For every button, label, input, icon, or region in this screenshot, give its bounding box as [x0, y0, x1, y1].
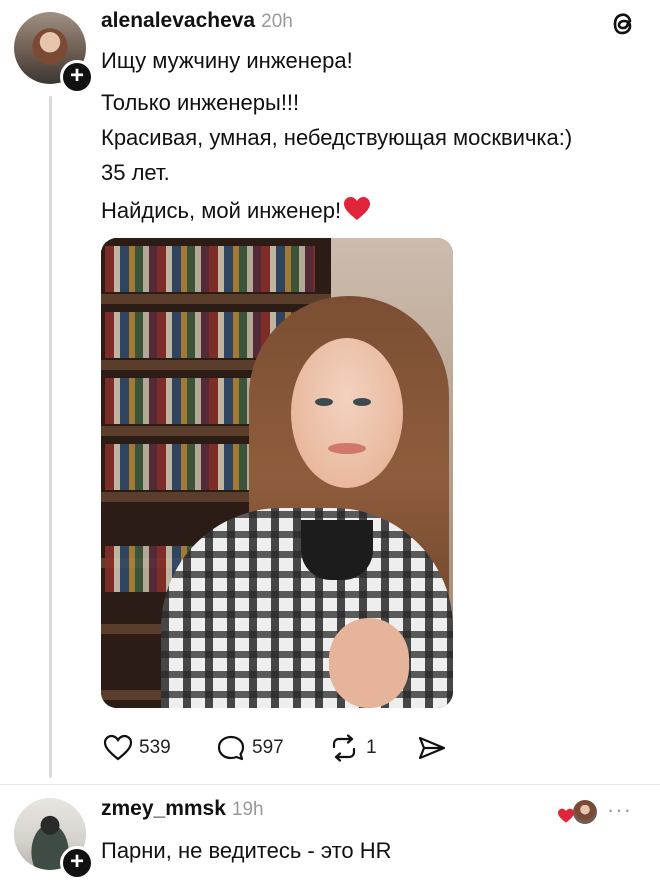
more-options-button[interactable]: ··· — [607, 797, 632, 823]
repost-icon — [332, 734, 356, 762]
photo-eye-right — [353, 398, 371, 406]
follow-plus-icon[interactable]: + — [60, 60, 94, 94]
post-time: 20h — [261, 11, 293, 32]
share-button[interactable] — [417, 735, 447, 761]
repost-count: 1 — [366, 737, 377, 758]
photo-black-top — [301, 520, 373, 580]
post-text-line-1: Ищу мужчину инженера! — [101, 48, 353, 73]
reply-time: 19h — [231, 799, 264, 820]
photo-face — [291, 338, 403, 488]
books-row — [105, 246, 315, 292]
threads-logo-icon[interactable] — [608, 8, 638, 45]
author-liked-indicator — [557, 798, 599, 828]
thread-connector-line — [49, 96, 52, 778]
red-heart-emoji-icon — [343, 196, 371, 228]
post-text-line-5: Найдись, мой инженер! — [101, 196, 371, 228]
post-header: alenalevacheva 20h — [101, 9, 293, 33]
reply-follow-plus-icon[interactable]: + — [60, 846, 94, 880]
repost-button[interactable]: 1 — [328, 734, 377, 762]
post-text-line-3: Красивая, умная, небедствующая москвичка… — [101, 125, 573, 150]
send-icon — [418, 736, 446, 760]
comment-button[interactable]: 597 — [216, 734, 284, 762]
post-text-line-2: Только инженеры!!! — [101, 90, 300, 115]
reply-text: Парни, не ведитесь - это HR — [101, 838, 392, 863]
comment-count: 597 — [252, 737, 284, 758]
post-photo[interactable] — [101, 238, 453, 708]
like-count: 539 — [139, 737, 171, 758]
heart-outline-icon — [103, 734, 133, 761]
reply-header: zmey_mmsk 19h — [101, 797, 264, 821]
comment-bubble-icon — [217, 735, 245, 761]
photo-hand — [329, 618, 409, 708]
divider — [0, 784, 660, 785]
author-username[interactable]: alenalevacheva — [101, 9, 255, 32]
post-text-line-4: 35 лет. — [101, 160, 170, 185]
photo-lips — [328, 443, 366, 454]
red-heart-icon — [558, 808, 574, 823]
reply-username[interactable]: zmey_mmsk — [101, 797, 226, 820]
photo-eye-left — [315, 398, 333, 406]
like-button[interactable]: 539 — [103, 734, 171, 762]
post-text-line-5-text: Найдись, мой инженер! — [101, 198, 342, 223]
author-mini-avatar — [571, 798, 599, 826]
